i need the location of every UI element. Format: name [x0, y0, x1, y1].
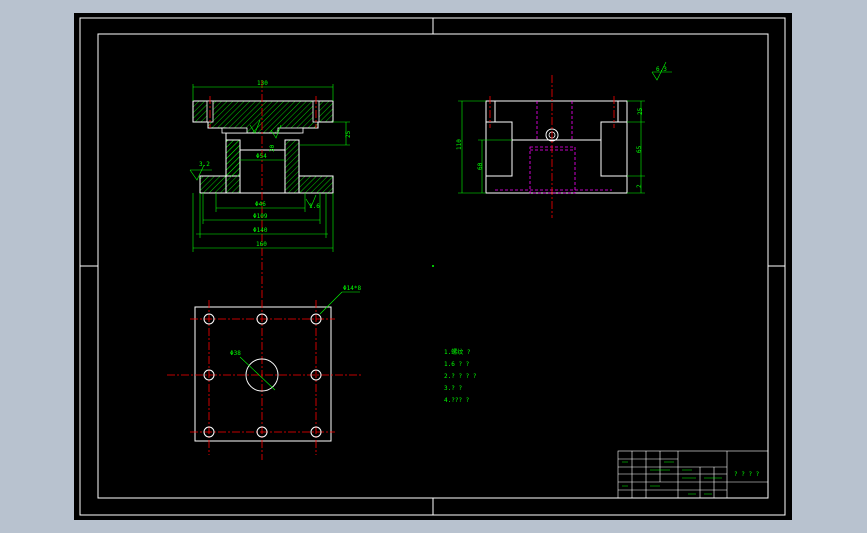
dim-top-width: 130: [257, 80, 268, 87]
dim-mid-height: 60: [477, 162, 484, 170]
note-line-1: 1.螺纹 ?: [444, 348, 471, 356]
dim-height-right: 25: [345, 130, 352, 138]
roughness-right: 1.6: [309, 203, 320, 210]
note-line-4: 3.? ?: [444, 385, 462, 392]
note-line-2: 1.6 ? ?: [444, 361, 470, 368]
dim-bore-109: Φ109: [253, 213, 268, 220]
dim-inner-diameter: Φ54: [256, 153, 267, 160]
dim-inner-height: 30: [269, 144, 276, 152]
note-line-3: 2.? ? ? ?: [444, 373, 477, 380]
dim-center-bore: Φ38: [230, 350, 241, 357]
dim-right-mid: 65: [636, 145, 643, 153]
cad-viewport[interactable]: 130 25 30 Φ54 3.2 1.6 Φ46 Φ109 Φ140 160: [0, 0, 867, 533]
origin-dot: [432, 265, 434, 267]
roughness-left: 3.2: [199, 161, 210, 168]
dim-bottom-right: 2: [636, 184, 643, 188]
dim-bore-140: Φ140: [253, 227, 268, 234]
dim-bore-46: Φ46: [255, 201, 266, 208]
title-block-title: ? ? ? ?: [734, 471, 760, 478]
dim-overall-height: 110: [456, 139, 463, 150]
dim-top-right: 25: [637, 107, 644, 115]
note-line-5: 4.??? ?: [444, 397, 470, 404]
dim-overall-width: 160: [256, 241, 267, 248]
roughness-top: 6.3: [656, 66, 667, 73]
cad-drawing-canvas[interactable]: 130 25 30 Φ54 3.2 1.6 Φ46 Φ109 Φ140 160: [0, 0, 867, 533]
dim-holes-label: Φ14*8: [343, 285, 361, 292]
